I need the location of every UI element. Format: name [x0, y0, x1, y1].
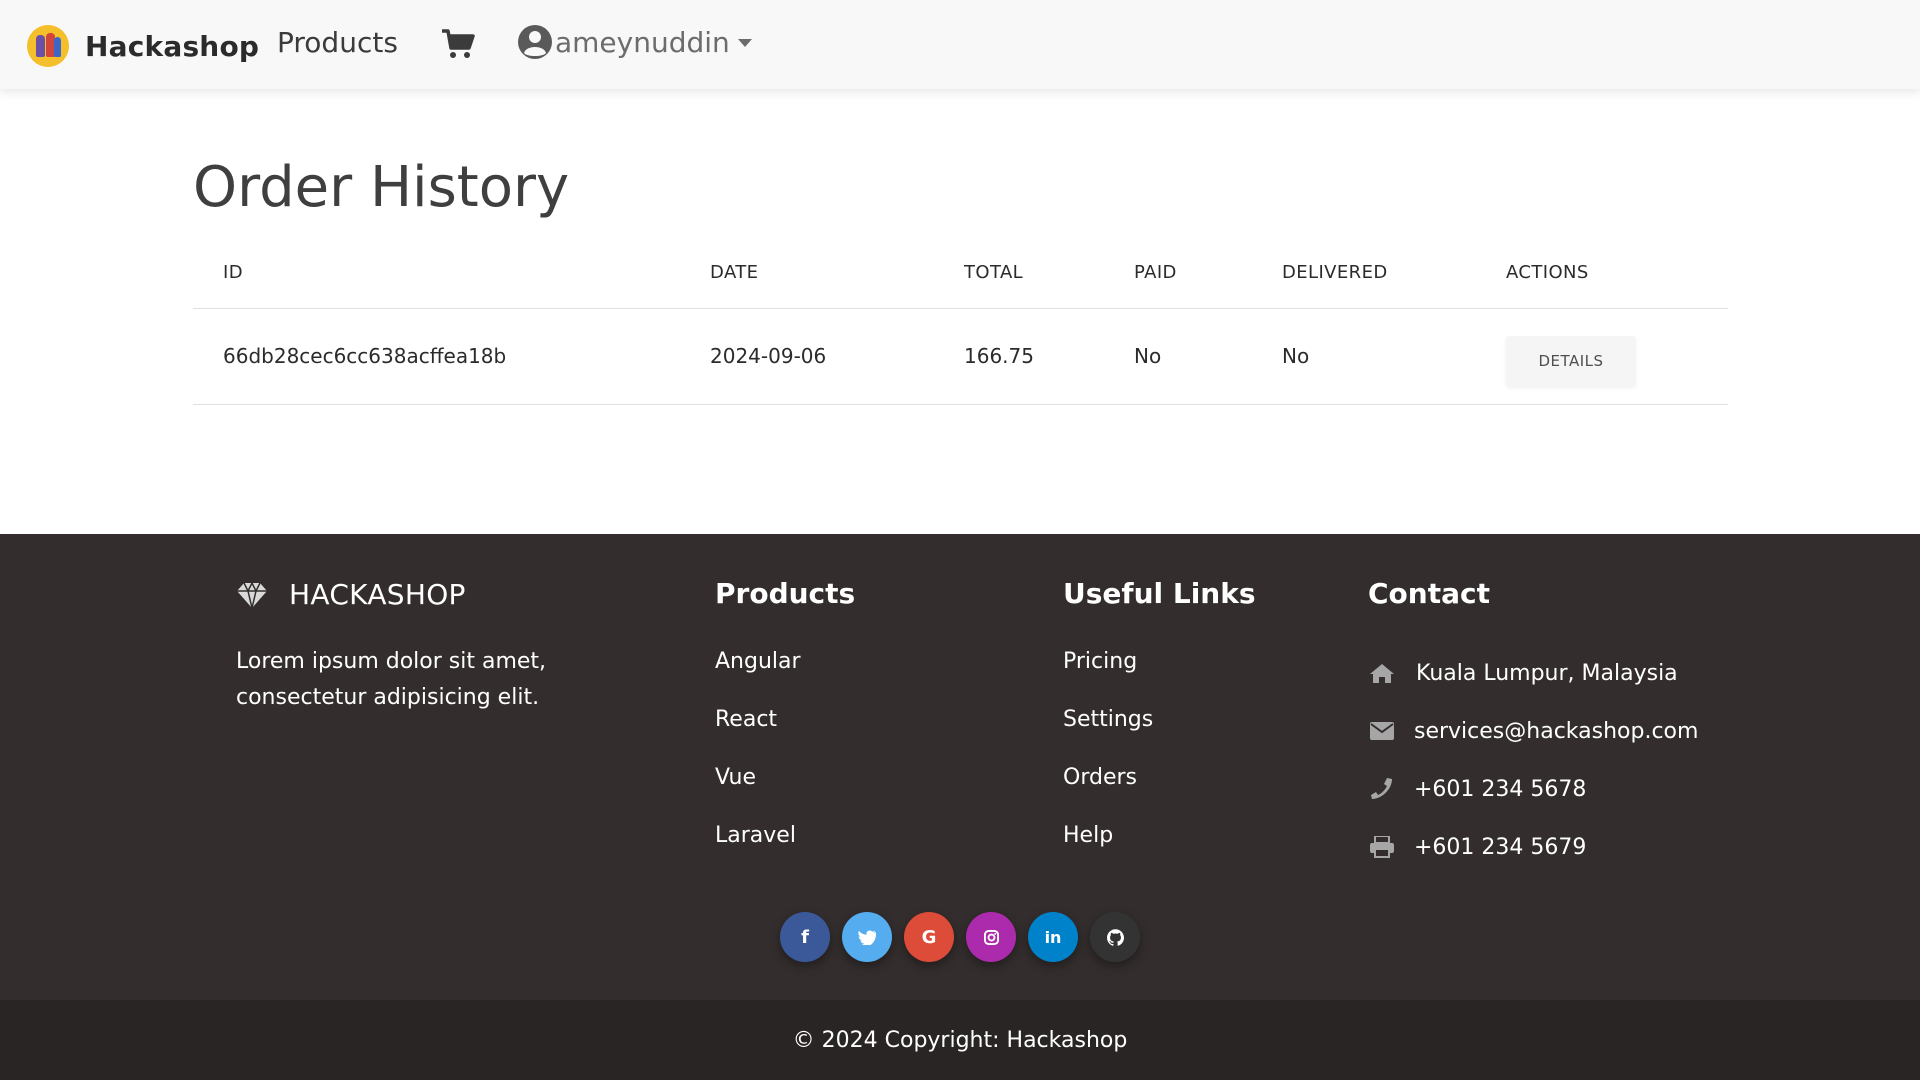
- print-icon: [1368, 835, 1396, 859]
- contact-fax: +601 234 5679: [1368, 818, 1698, 876]
- caret-down-icon: [737, 39, 752, 47]
- footer-useful-links-title: Useful Links: [1063, 577, 1256, 610]
- footer-useful-links-list: Pricing Settings Orders Help: [1063, 644, 1153, 876]
- shopping-cart-icon[interactable]: [441, 28, 475, 60]
- contact-phone: +601 234 5678: [1368, 760, 1698, 818]
- username: ameynuddin: [555, 25, 730, 59]
- footer-products-list: Angular React Vue Laravel: [715, 644, 801, 876]
- diamond-icon: [237, 580, 267, 608]
- footer-link-vue[interactable]: Vue: [715, 760, 801, 818]
- table-header-row: ID DATE TOTAL PAID DELIVERED ACTIONS: [193, 238, 1728, 308]
- contact-address-text: Kuala Lumpur, Malaysia: [1416, 660, 1678, 686]
- nav-products-link[interactable]: Products: [277, 26, 398, 59]
- brand-link[interactable]: Hackashop: [27, 25, 259, 67]
- contact-address: Kuala Lumpur, Malaysia: [1368, 644, 1698, 702]
- column-header-id: ID: [223, 262, 243, 284]
- order-id: 66db28cec6cc638acffea18b: [193, 307, 680, 405]
- order-total: 166.75: [934, 307, 1104, 405]
- contact-phone-text: +601 234 5678: [1414, 776, 1587, 802]
- orders-table: ID DATE TOTAL PAID DELIVERED ACTIONS 66d…: [193, 238, 1728, 405]
- google-icon[interactable]: G: [904, 912, 954, 962]
- footer-link-laravel[interactable]: Laravel: [715, 818, 801, 876]
- navbar: Hackashop Products ameynuddin: [0, 0, 1920, 89]
- footer-contact-title: Contact: [1368, 577, 1490, 610]
- contact-fax-text: +601 234 5679: [1414, 834, 1587, 860]
- footer-link-settings[interactable]: Settings: [1063, 702, 1153, 760]
- column-header-delivered: DELIVERED: [1282, 262, 1388, 284]
- footer-link-angular[interactable]: Angular: [715, 644, 801, 702]
- user-circle-icon: [518, 25, 552, 59]
- copyright-text: © 2024 Copyright: Hackashop: [792, 1027, 1128, 1053]
- social-links: f G in: [780, 912, 1152, 962]
- order-delivered: No: [1252, 307, 1476, 405]
- contact-email: services@hackashop.com: [1368, 702, 1698, 760]
- user-dropdown-toggle[interactable]: ameynuddin: [517, 24, 752, 60]
- table-row: 66db28cec6cc638acffea18b 2024-09-06 166.…: [193, 307, 1728, 405]
- facebook-icon[interactable]: f: [780, 912, 830, 962]
- envelope-icon: [1368, 719, 1396, 743]
- footer-link-help[interactable]: Help: [1063, 818, 1153, 876]
- column-header-date: DATE: [710, 262, 759, 284]
- footer-link-orders[interactable]: Orders: [1063, 760, 1153, 818]
- footer-description: Lorem ipsum dolor sit amet, consectetur …: [236, 649, 547, 710]
- page-title: Order History: [193, 155, 570, 220]
- column-header-paid: PAID: [1134, 262, 1177, 284]
- footer-products-title: Products: [715, 577, 856, 610]
- home-icon: [1368, 661, 1396, 685]
- brand-logo: [27, 25, 69, 67]
- instagram-icon[interactable]: [966, 912, 1016, 962]
- footer-link-pricing[interactable]: Pricing: [1063, 644, 1153, 702]
- github-icon[interactable]: [1090, 912, 1140, 962]
- brand-name: Hackashop: [85, 29, 260, 63]
- footer-brand: HACKASHOP: [236, 578, 466, 611]
- footer-brand-name: HACKASHOP: [289, 578, 466, 611]
- column-header-total: TOTAL: [964, 262, 1024, 284]
- linkedin-icon[interactable]: in: [1028, 912, 1078, 962]
- footer-contact-list: Kuala Lumpur, Malaysia services@hackasho…: [1368, 644, 1698, 876]
- copyright-bar: © 2024 Copyright: Hackashop: [0, 1000, 1920, 1080]
- phone-icon: [1368, 777, 1396, 801]
- order-paid: No: [1104, 307, 1252, 405]
- column-header-actions: ACTIONS: [1506, 262, 1589, 284]
- order-actions: DETAILS: [1476, 307, 1728, 405]
- twitter-icon[interactable]: [842, 912, 892, 962]
- footer: HACKASHOP Lorem ipsum dolor sit amet, co…: [0, 534, 1920, 1000]
- footer-link-react[interactable]: React: [715, 702, 801, 760]
- order-date: 2024-09-06: [680, 307, 934, 405]
- contact-email-text[interactable]: services@hackashop.com: [1414, 719, 1698, 744]
- details-button[interactable]: DETAILS: [1506, 336, 1636, 386]
